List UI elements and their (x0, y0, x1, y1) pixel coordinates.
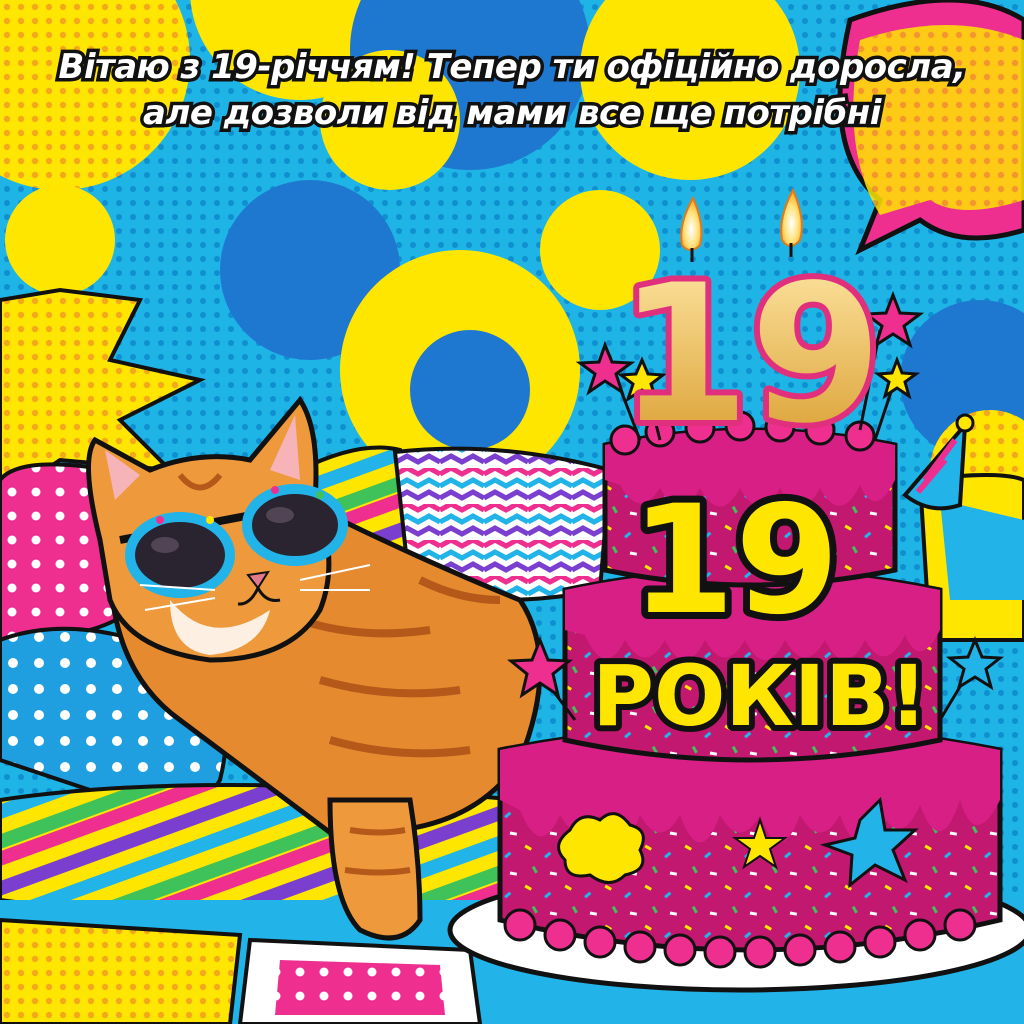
illustration: 19 19 РОКІВ! (0, 0, 1024, 1024)
greeting-line-2: але дозволи від мами все ще потрібні (140, 90, 885, 137)
blue-circle (410, 330, 530, 450)
candle-digits: 19 (618, 244, 882, 465)
yellow-circle (5, 185, 115, 295)
greeting-line-1: Вітаю з 19-річчям! Тепер ти офіційно дор… (55, 44, 970, 91)
greeting-caption: Вітаю з 19-річчям! Тепер ти офіційно дор… (0, 44, 1024, 137)
birthday-card: 19 19 РОКІВ! Вітаю з 19-річчям! Тепер ти… (0, 0, 1024, 1024)
cake-age-number: 19 (631, 474, 840, 648)
cake-years-label: РОКІВ! (592, 647, 927, 745)
